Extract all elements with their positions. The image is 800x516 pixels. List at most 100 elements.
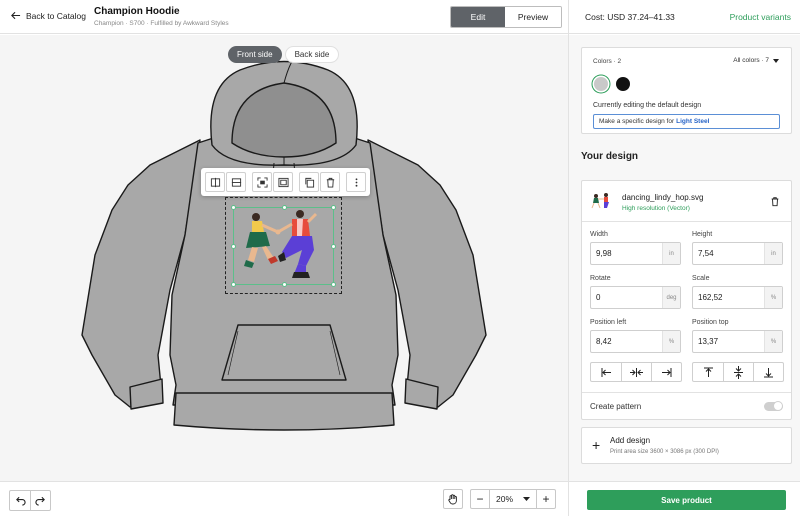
split-horizontal-icon	[231, 177, 241, 187]
zoom-in-button[interactable]: +	[537, 490, 555, 508]
more-options-button[interactable]	[346, 172, 366, 192]
design-canvas[interactable]: Front side Back side	[0, 35, 568, 481]
create-pattern-toggle[interactable]	[764, 401, 783, 411]
vertical-align-group	[692, 362, 784, 382]
resize-handle-mr[interactable]	[331, 244, 336, 249]
align-left-icon	[601, 367, 611, 377]
zoom-select[interactable]: 20%	[489, 490, 537, 508]
width-field[interactable]: 9,98 in	[590, 242, 681, 265]
pan-tool-button[interactable]	[443, 489, 463, 509]
fit-button[interactable]	[252, 172, 272, 192]
create-pattern-label: Create pattern	[590, 402, 642, 411]
product-subtitle: Champion · S700 · Fulfilled by Awkward S…	[94, 20, 229, 27]
edit-tab[interactable]: Edit	[451, 7, 505, 27]
mode-switch: Edit Preview	[450, 6, 562, 28]
align-top-button[interactable]	[693, 363, 723, 381]
resize-handle-bl[interactable]	[231, 282, 236, 287]
print-area-size: Print area size 3600 × 3086 px (300 DPI)	[610, 449, 719, 455]
specific-design-prefix: Make a specific design for	[599, 118, 675, 125]
add-design-title: Add design	[610, 436, 651, 445]
create-pattern-row: Create pattern	[582, 392, 791, 419]
align-center-h-button[interactable]	[621, 363, 651, 381]
cost-label: Cost: USD 37.24–41.33	[585, 12, 675, 22]
resize-handle-bm[interactable]	[282, 282, 287, 287]
align-bottom-button[interactable]	[753, 363, 783, 381]
fill-icon	[277, 177, 289, 187]
all-colors-label: All colors · 7	[733, 57, 769, 64]
zoom-controls: − 20% +	[470, 489, 556, 509]
back-to-catalog-link[interactable]: Back to Catalog	[10, 10, 86, 21]
resize-handle-tl[interactable]	[231, 205, 236, 210]
resize-handle-br[interactable]	[331, 282, 336, 287]
resize-handle-ml[interactable]	[231, 244, 236, 249]
height-value: 7,54	[698, 249, 714, 258]
editor-header: Back to Catalog Champion Hoodie Champion…	[0, 0, 568, 34]
split-vertical-icon	[210, 177, 220, 187]
preview-tab[interactable]: Preview	[505, 7, 561, 27]
position-top-field[interactable]: 13,37 %	[692, 330, 783, 353]
position-left-field[interactable]: 8,42 %	[590, 330, 681, 353]
scale-field[interactable]: 162,52 %	[692, 286, 783, 309]
align-center-vertical-icon	[734, 365, 743, 379]
canvas-bottom-bar: − 20% +	[0, 481, 568, 516]
back-label: Back to Catalog	[26, 10, 87, 21]
arrow-left-icon	[11, 11, 21, 20]
fill-button[interactable]	[273, 172, 293, 192]
specific-design-button[interactable]: Make a specific design for Light Steel	[593, 114, 780, 129]
delete-design-button[interactable]	[320, 172, 340, 192]
undo-button[interactable]	[10, 491, 30, 510]
align-bottom-icon	[764, 367, 773, 377]
fit-icon	[256, 176, 268, 188]
caret-down-icon	[773, 58, 779, 63]
design-toolbar	[201, 168, 370, 196]
align-right-button[interactable]	[651, 363, 681, 381]
your-design-heading: Your design	[581, 151, 639, 162]
rotate-field[interactable]: 0 deg	[590, 286, 681, 309]
rotate-value: 0	[596, 293, 601, 302]
editing-default-text: Currently editing the default design	[593, 102, 702, 109]
design-file-row: dancing_lindy_hop.svg High resolution (V…	[582, 181, 791, 222]
design-layer-card: dancing_lindy_hop.svg High resolution (V…	[581, 180, 792, 420]
caret-down-icon	[523, 496, 530, 501]
swatch-black[interactable]	[616, 77, 630, 91]
colors-count-label: Colors · 2	[593, 58, 622, 65]
design-selection[interactable]	[231, 205, 336, 287]
align-right-icon	[662, 367, 672, 377]
swatch-light-steel[interactable]	[594, 77, 608, 91]
front-side-button[interactable]: Front side	[228, 46, 282, 63]
zoom-out-button[interactable]: −	[471, 490, 489, 508]
position-left-label: Position left	[590, 319, 627, 326]
add-design-card[interactable]: + Add design Print area size 3600 × 3086…	[581, 427, 792, 464]
trash-icon	[326, 177, 334, 188]
resize-handle-tm[interactable]	[282, 205, 287, 210]
dancing-couple-artwork	[244, 210, 318, 278]
save-product-button[interactable]: Save product	[587, 490, 786, 510]
redo-button[interactable]	[30, 491, 50, 510]
trash-icon[interactable]	[770, 196, 780, 207]
position-top-label: Position top	[692, 319, 729, 326]
align-middle-button[interactable]	[723, 363, 753, 381]
back-side-button[interactable]: Back side	[284, 46, 340, 63]
product-title-block: Champion Hoodie Champion · S700 · Fulfil…	[94, 6, 229, 27]
align-vertical-button[interactable]	[205, 172, 225, 192]
height-unit: in	[764, 243, 782, 264]
scale-label: Scale	[692, 275, 710, 282]
panel-footer: Save product	[569, 481, 800, 516]
plus-icon: +	[592, 437, 601, 453]
scale-value: 162,52	[698, 293, 723, 302]
product-variants-link[interactable]: Product variants	[730, 12, 791, 22]
position-left-value: 8,42	[596, 337, 612, 346]
hand-icon	[448, 494, 457, 505]
colors-card: Colors · 2 All colors · 7 Currently edit…	[581, 47, 792, 134]
all-colors-dropdown[interactable]: All colors · 7	[733, 57, 779, 64]
product-title: Champion Hoodie	[94, 6, 180, 17]
align-left-button[interactable]	[591, 363, 621, 381]
align-horizontal-button[interactable]	[226, 172, 246, 192]
height-field[interactable]: 7,54 in	[692, 242, 783, 265]
settings-panel: Cost: USD 37.24–41.33 Product variants C…	[568, 0, 800, 516]
duplicate-button[interactable]	[299, 172, 319, 192]
height-label: Height	[692, 231, 713, 238]
position-top-value: 13,37	[698, 337, 719, 346]
resize-handle-tr[interactable]	[331, 205, 336, 210]
width-unit: in	[662, 243, 680, 264]
